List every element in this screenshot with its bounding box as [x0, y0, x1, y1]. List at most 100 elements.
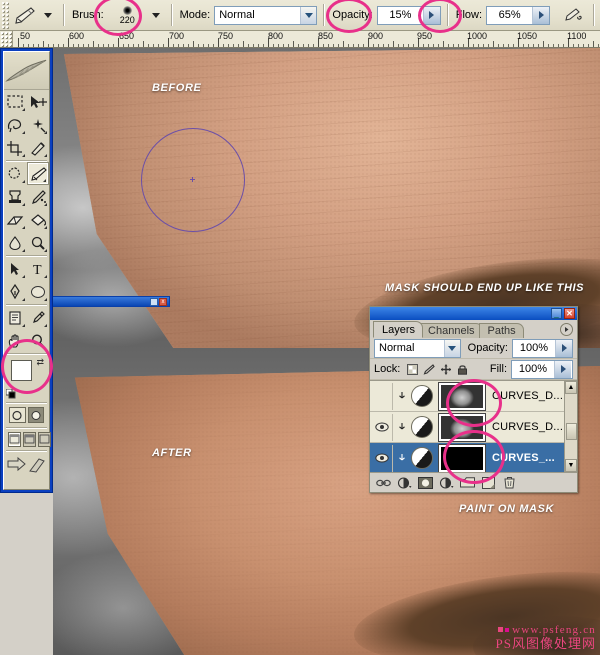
airbrush-toggle[interactable]: [558, 3, 587, 27]
layer-visibility-toggle-2[interactable]: [372, 413, 393, 441]
options-bar-grip[interactable]: [1, 1, 10, 29]
toolbox-panel[interactable]: T ⇄: [0, 48, 53, 493]
table-row[interactable]: CURVES_...: [370, 443, 577, 472]
fill-slider-arrow[interactable]: [554, 360, 571, 378]
quick-mask-mode-button[interactable]: [27, 407, 44, 423]
lock-all-icon[interactable]: [457, 364, 468, 375]
lock-image-pixels-icon[interactable]: [423, 363, 436, 375]
delete-layer-icon[interactable]: [502, 476, 517, 490]
opacity-slider-arrow[interactable]: [555, 339, 572, 357]
flow-input[interactable]: 65%: [486, 5, 551, 25]
chevron-down-icon[interactable]: [443, 339, 460, 357]
healing-brush-tool[interactable]: [4, 162, 27, 185]
magic-wand-tool[interactable]: [27, 113, 50, 136]
layers-scrollbar[interactable]: ▲ ▼: [564, 381, 577, 472]
path-selection-tool[interactable]: [4, 257, 27, 280]
quick-mask-modes[interactable]: [4, 404, 49, 426]
layer-mask-thumbnail-1[interactable]: [438, 381, 486, 411]
scroll-down-arrow[interactable]: ▼: [565, 459, 577, 472]
paint-bucket-tool[interactable]: [27, 208, 50, 231]
layer-mask-thumbnail-2[interactable]: [438, 412, 486, 442]
ellipse-shape-tool[interactable]: [27, 280, 50, 303]
eraser-tool[interactable]: [4, 208, 27, 231]
table-row[interactable]: CURVES_D...: [370, 412, 577, 443]
layers-palette[interactable]: _ ✕ Layers Channels Paths Normal Opacity…: [369, 306, 578, 493]
fullscreen-menubar-mode-button[interactable]: [23, 431, 36, 447]
opacity-input[interactable]: 15%: [376, 5, 441, 25]
default-colors-icon[interactable]: [6, 389, 16, 399]
swap-colors-icon[interactable]: ⇄: [36, 357, 44, 368]
standard-screen-mode-button[interactable]: [8, 431, 21, 447]
jump-to-imageready-button[interactable]: [4, 452, 49, 478]
lock-buttons[interactable]: [407, 363, 468, 375]
adjustment-layer-thumbnail-2[interactable]: [411, 416, 433, 438]
layers-palette-titlebar[interactable]: _ ✕: [370, 307, 577, 320]
foreground-color-swatch[interactable]: [11, 360, 32, 381]
tool-preset-chevron-icon[interactable]: [43, 12, 52, 18]
scrollbar-thumb[interactable]: [566, 423, 577, 440]
chevron-down-icon[interactable]: [300, 6, 317, 24]
adjustment-layer-thumbnail-3[interactable]: [411, 447, 433, 469]
palette-tabs[interactable]: Layers Channels Paths: [370, 320, 577, 338]
notes-tool[interactable]: [4, 306, 27, 329]
rectangular-marquee-tool[interactable]: [4, 90, 27, 113]
blend-mode-select[interactable]: Normal: [374, 338, 461, 358]
screen-modes[interactable]: [4, 429, 51, 449]
move-tool[interactable]: [27, 90, 50, 113]
palette-window-buttons[interactable]: _ ✕: [551, 308, 575, 319]
lasso-tool[interactable]: [4, 113, 27, 136]
tool-grid-retouch[interactable]: [4, 162, 49, 254]
layers-list[interactable]: CURVES_D... CURVES_D... CURVES_... ▲ ▼: [370, 380, 577, 473]
crop-tool[interactable]: [4, 136, 27, 159]
eyedropper-tool[interactable]: [27, 306, 50, 329]
new-group-icon[interactable]: [460, 476, 475, 490]
inner-document-titlebar-1[interactable]: x: [53, 296, 170, 307]
link-layers-icon[interactable]: [376, 476, 391, 490]
blend-mode-row[interactable]: Normal Opacity: 100%: [370, 338, 577, 359]
blend-mode-dropdown[interactable]: Normal: [214, 5, 318, 25]
flow-slider-arrow[interactable]: [532, 6, 550, 24]
close-icon[interactable]: x: [159, 297, 167, 306]
opacity-slider-arrow[interactable]: [423, 6, 440, 24]
tab-channels[interactable]: Channels: [419, 323, 483, 338]
adjustment-layer-thumbnail-1[interactable]: [411, 385, 433, 407]
table-row[interactable]: CURVES_D...: [370, 381, 577, 412]
lock-row[interactable]: Lock: Fill: 100%: [370, 359, 577, 380]
type-tool[interactable]: T: [27, 257, 50, 280]
clone-stamp-tool[interactable]: [4, 185, 27, 208]
layer-opacity-field[interactable]: 100%: [512, 338, 573, 358]
minimize-icon[interactable]: [150, 297, 158, 306]
ruler-origin-corner[interactable]: [0, 31, 13, 47]
pen-tool[interactable]: [4, 280, 27, 303]
tool-grid-vector[interactable]: T: [4, 257, 49, 303]
brush-preset-picker[interactable]: 220: [108, 2, 147, 28]
blur-tool[interactable]: [4, 231, 27, 254]
layers-palette-bottom-bar[interactable]: [370, 473, 577, 492]
add-layer-mask-icon[interactable]: [418, 476, 433, 490]
lock-transparent-pixels-icon[interactable]: [407, 363, 419, 375]
layer-fill-field[interactable]: 100%: [511, 359, 573, 379]
scroll-up-arrow[interactable]: ▲: [565, 381, 577, 394]
layer-mask-thumbnail-3[interactable]: [438, 443, 486, 472]
new-adjustment-layer-icon[interactable]: [439, 476, 454, 490]
brush-picker-chevron-icon[interactable]: [151, 12, 160, 18]
inner-window-buttons-1[interactable]: x: [150, 297, 167, 306]
layer-visibility-toggle-3[interactable]: [372, 444, 393, 472]
close-icon[interactable]: ✕: [564, 308, 575, 319]
history-brush-tool[interactable]: [27, 185, 50, 208]
tab-layers[interactable]: Layers: [373, 321, 424, 338]
minimize-icon[interactable]: _: [551, 308, 562, 319]
current-tool-icon[interactable]: [10, 3, 39, 27]
zoom-tool[interactable]: [27, 329, 50, 352]
layer-visibility-toggle-1[interactable]: [372, 382, 393, 410]
tool-grid-misc[interactable]: [4, 306, 49, 352]
horizontal-ruler[interactable]: 50 600 650 700 750 800 850 900 950 1000 1050 1100: [0, 31, 600, 48]
hand-tool[interactable]: [4, 329, 27, 352]
tool-options-bar[interactable]: Brush: 220 Mode: Normal Opacity: 15% Flo…: [0, 0, 600, 31]
tab-paths[interactable]: Paths: [478, 323, 524, 338]
slice-tool[interactable]: [27, 136, 50, 159]
color-swatches[interactable]: ⇄: [4, 355, 49, 401]
layer-style-icon[interactable]: [397, 476, 412, 490]
palette-menu-icon[interactable]: [560, 323, 573, 336]
standard-mode-button[interactable]: [9, 407, 26, 423]
